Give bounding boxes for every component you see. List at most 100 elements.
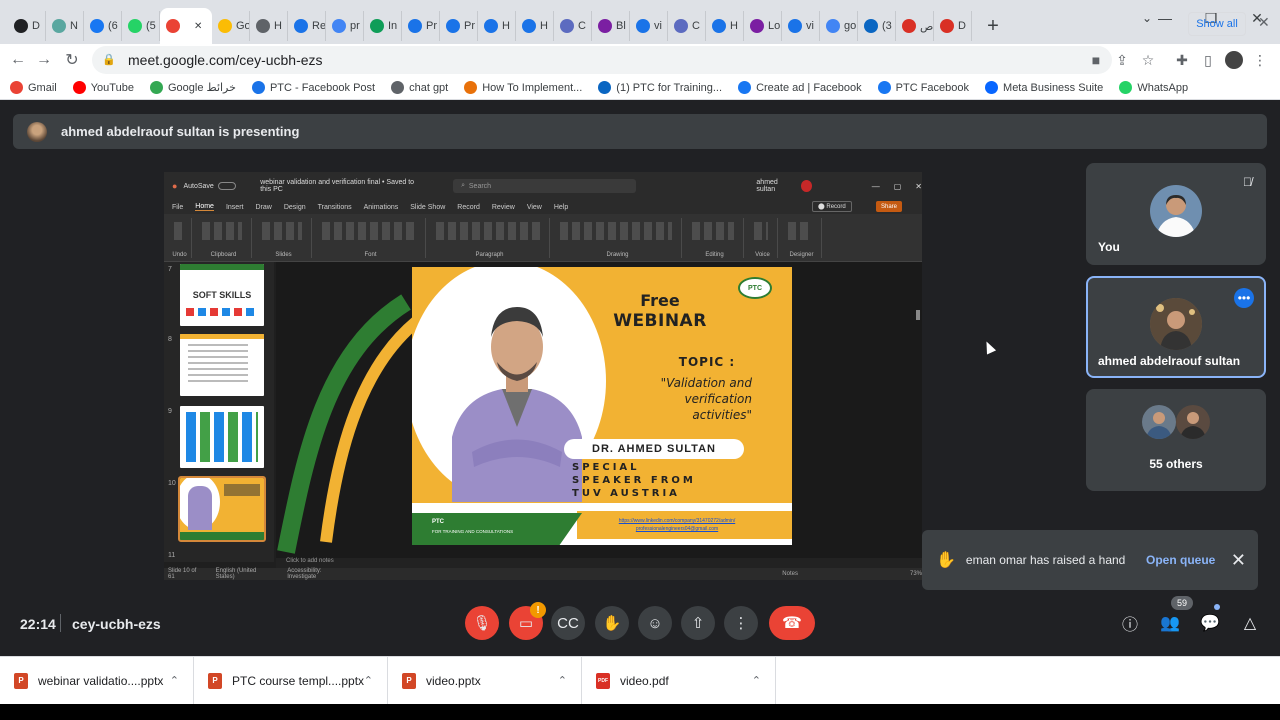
browser-tab[interactable]: C [668,11,706,41]
meeting-info-icon[interactable]: ⓘ [1117,610,1143,636]
pp-user-avatar[interactable] [800,180,812,192]
ribbon-group[interactable]: Clipboard [196,218,252,258]
chevron-up-icon[interactable]: ⌃ [558,674,567,687]
status-accessibility[interactable]: Accessibility: Investigate [287,568,350,580]
slide-scrollbar[interactable] [916,310,920,320]
download-item[interactable]: PDF video.pdf ⌃ [582,656,776,705]
bookmark-item[interactable]: PTC - Facebook Post [251,81,375,94]
browser-tab[interactable]: (3 [858,11,896,41]
leave-call-button[interactable]: ☎ [769,606,815,640]
browser-tab[interactable]: In [364,11,402,41]
mic-toggle-button[interactable]: 🎙 [465,606,499,640]
slide-thumbnail[interactable] [180,334,264,396]
ribbon-tab[interactable]: Slide Show [410,204,445,211]
bookmark-item[interactable]: Google خرائط [149,81,236,94]
ribbon-controls[interactable] [202,222,242,240]
browser-tab[interactable]: Go [212,11,250,41]
present-screen-button[interactable]: ⇧ [681,606,715,640]
reactions-button[interactable]: ☺ [638,606,672,640]
ribbon-tab[interactable]: Home [195,203,214,211]
bookmark-item[interactable]: (1) PTC for Training... [598,81,722,94]
browser-tab[interactable]: C [554,11,592,41]
browser-tab[interactable]: N [46,11,84,41]
chevron-up-icon[interactable]: ⌃ [364,674,373,687]
ribbon-tab[interactable]: Insert [226,204,244,211]
tile-others[interactable]: 55 others [1086,389,1266,491]
bookmark-item[interactable]: How To Implement... [464,81,582,94]
ribbon-group[interactable]: Drawing [554,218,682,258]
chevron-up-icon[interactable]: ⌃ [752,674,761,687]
ribbon-group[interactable]: Designer [782,218,822,258]
open-queue-button[interactable]: Open queue [1146,553,1215,567]
browser-tab[interactable]: vi [630,11,668,41]
ribbon-controls[interactable] [560,222,672,240]
bookmark-item[interactable]: YouTube [72,81,134,94]
status-zoom[interactable]: 73% [910,571,922,577]
browser-tab[interactable]: D [8,11,46,41]
browser-tab[interactable]: pr [326,11,364,41]
ribbon-tab[interactable]: Help [554,204,568,211]
slide-thumbnail[interactable] [180,406,264,468]
ribbon-tab[interactable]: Review [492,204,515,211]
ribbon-group[interactable]: Paragraph [430,218,550,258]
autosave-toggle[interactable] [217,182,237,190]
ribbon-controls[interactable] [174,222,184,240]
forward-icon[interactable]: → [32,48,56,72]
show-all-downloads-button[interactable]: Show all [1188,12,1246,36]
browser-tab[interactable]: ص [896,11,934,41]
bookmark-item[interactable]: PTC Facebook [877,81,969,94]
browser-tab[interactable]: (5 [122,11,160,41]
more-options-button[interactable]: ••• [1234,288,1254,308]
pp-minimize-icon[interactable]: — [872,182,880,191]
slide-thumbnail[interactable] [178,476,266,542]
new-tab-icon[interactable]: + [978,11,1008,41]
extensions-icon[interactable]: ✚ [1170,48,1194,72]
ribbon-group[interactable]: Voice [748,218,778,258]
minimize-icon[interactable]: — [1142,0,1188,36]
captions-button[interactable]: CC [551,606,585,640]
status-notes-button[interactable]: Notes [782,571,798,577]
ribbon-controls[interactable] [692,222,734,240]
bookmark-item[interactable]: Meta Business Suite [985,81,1103,94]
tile-you[interactable]: 🎙̸ You [1086,163,1266,265]
ribbon-tab[interactable]: Record [457,204,480,211]
browser-menu-icon[interactable]: ⋮ [1248,48,1272,72]
bookmark-item[interactable]: chat gpt [391,81,448,94]
browser-tab[interactable]: H [250,11,288,41]
download-item[interactable]: Pwebinar validatio....pptx ⌃ [0,656,194,705]
more-options-menu-button[interactable]: ⋮ [724,606,758,640]
bookmark-item[interactable]: Gmail [10,81,57,94]
status-language[interactable]: English (United States) [216,568,276,580]
browser-tab[interactable]: Lo [744,11,782,41]
chat-icon[interactable]: 💬 [1197,610,1223,636]
ribbon-controls[interactable] [262,222,302,240]
ribbon-group[interactable]: Slides [256,218,312,258]
notes-pane[interactable]: Click to add notes [276,558,922,568]
people-icon[interactable]: 👥 [1157,610,1183,636]
browser-tab[interactable]: ✕ [160,8,212,44]
ribbon-tab[interactable]: View [527,204,542,211]
pp-maximize-icon[interactable]: ▢ [894,182,902,191]
ribbon-tab[interactable]: Animations [364,204,399,211]
ribbon-tab[interactable]: Draw [255,204,271,211]
browser-tab[interactable]: D [934,11,972,41]
current-slide[interactable]: PTC Free WEBINAR TOPIC : "Validation and… [412,267,792,545]
browser-tab[interactable]: go [820,11,858,41]
ribbon-group[interactable]: Undo [168,218,192,258]
ribbon-controls[interactable] [754,222,768,240]
browser-tab[interactable]: H [478,11,516,41]
side-panel-icon[interactable]: ▯ [1196,48,1220,72]
email-link[interactable]: professionalengineers04@gmail.com [602,525,752,533]
close-downloads-icon[interactable]: ✕ [1258,14,1270,31]
download-item[interactable]: Pvideo.pptx ⌃ [388,656,582,705]
browser-tab[interactable]: (6 [84,11,122,41]
browser-tab[interactable]: Bl [592,11,630,41]
linkedin-link[interactable]: https://www.linkedin.com/company/3147027… [602,517,752,525]
profile-avatar[interactable] [1222,48,1246,72]
chevron-up-icon[interactable]: ⌃ [170,674,179,687]
browser-tab[interactable]: Re [288,11,326,41]
back-icon[interactable]: ← [6,48,30,72]
browser-tab[interactable]: H [706,11,744,41]
ribbon-tab[interactable]: File [172,204,183,211]
browser-tab[interactable]: Pr [402,11,440,41]
